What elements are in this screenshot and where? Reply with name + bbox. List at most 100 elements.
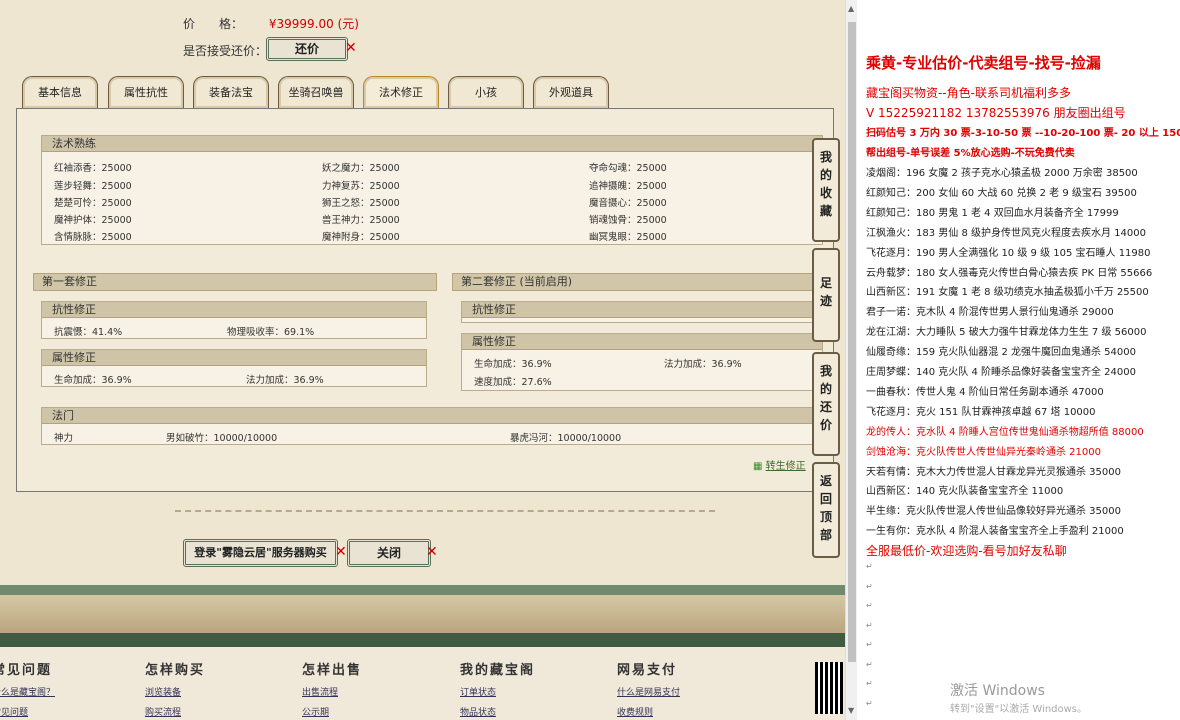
paragraph-mark-icon: ↵: [866, 679, 873, 688]
famen-item: 男如破竹：10000/10000: [166, 433, 278, 444]
footer-link[interactable]: 常见问题: [0, 705, 55, 718]
spell-proficiency-box: 法术熟练 红袖添香：25000 妖之魔力：25000 夺命勾魂：25000 莲步…: [41, 135, 823, 245]
spell-cell: 魔音摄心：25000: [589, 198, 667, 209]
overlay-line: 龙在江湖：大力睡队 5 破大力强牛甘霖龙体力生生 7 级 56000: [866, 327, 1147, 339]
footer-col: 怎样购买 浏览装备 购买流程: [145, 659, 205, 718]
footer-link[interactable]: 购买流程: [145, 705, 205, 718]
footer-link[interactable]: 订单状态: [460, 685, 535, 698]
footer-col: 怎样出售 出售流程 公示期: [302, 659, 362, 718]
overlay-line: 天若有情：克木大力传世混人甘霖龙异光灵猴通杀 35000: [866, 466, 1121, 478]
spell-cell: 魔神护体：25000: [54, 215, 132, 226]
footer-link[interactable]: 什么是网易支付: [617, 685, 680, 698]
spell-cell: 兽王神力：25000: [322, 215, 400, 226]
attr-cell: 生命加成：36.9%: [54, 375, 132, 386]
overlay-line: 藏宝阁买物资--角色-联系司机福利多多: [866, 86, 1071, 100]
footer-link[interactable]: 浏览装备: [145, 685, 205, 698]
footer-col: 网易支付 什么是网易支付 收费规则: [617, 659, 680, 718]
set2-resist-box: 抗性修正: [461, 301, 823, 323]
spell-cell: 红袖添香：25000: [54, 163, 132, 174]
overlay-title: 乘黄-专业估价-代卖组号-找号-捡漏: [866, 54, 1101, 72]
paragraph-mark-icon: ↵: [866, 640, 873, 649]
transfer-icon: ▦: [753, 461, 763, 472]
overlay-line: 云舟载梦：180 女人强毒克火传世白骨心猿去疾 PK 日常 55666: [866, 267, 1153, 279]
tab-appearance[interactable]: 外观道具: [533, 76, 609, 108]
spell-cell: 魔神附身：25000: [322, 232, 400, 243]
set1-attr-title: 属性修正: [42, 350, 426, 366]
overlay-line: 庄周梦蝶：140 克火队 4 阶睡杀品像好装备宝宝齐全 24000: [866, 367, 1136, 378]
tab-spell-modify[interactable]: 法术修正: [363, 76, 439, 108]
tab-mount-summon[interactable]: 坐骑召唤兽: [278, 76, 354, 108]
attr-cell: 速度加成：27.6%: [474, 377, 552, 388]
set2-resist-title: 抗性修正: [462, 302, 822, 318]
favorites-tab[interactable]: 我的收藏: [812, 138, 840, 242]
login-buy-button[interactable]: 登录"雾隐云居"服务器购买: [183, 539, 338, 567]
resist-cell: 物理吸收率：69.1%: [227, 327, 315, 338]
overlay-line: 山西新区：140 克火队装备宝宝齐全 11000: [866, 486, 1064, 498]
tab-attribute-resist[interactable]: 属性抗性: [108, 76, 184, 108]
paragraph-mark-icon: ↵: [866, 601, 873, 610]
overlay-line: 一生有你：克水队 4 阶混人装备宝宝齐全上手盈利 21000: [866, 526, 1124, 538]
tab-basic-info[interactable]: 基本信息: [22, 76, 98, 108]
footer-col-title: 怎样购买: [145, 663, 206, 678]
famen-item: 暴虎冯河：10000/10000: [510, 433, 622, 444]
favorites-tab-label: 我的收藏: [819, 150, 832, 218]
close-icon: ✕: [426, 544, 438, 560]
spell-cell: 夺命勾魂：25000: [589, 163, 667, 174]
overlay-line: 山西新区：191 女魔 1 老 8 级功绩克水抽孟极狐小千万 25500: [866, 287, 1149, 299]
back-to-top-tab-label: 返回顶部: [819, 474, 832, 542]
overlay-line: 剑蚀沧海：克火队传世人传世仙异光秦岭通杀 21000: [866, 446, 1101, 458]
footer-link[interactable]: 什么是藏宝阁？: [0, 685, 55, 698]
set1-title: 第一套修正: [33, 273, 437, 291]
overlay-line: 江枫渔火：183 男仙 8 级护身传世风克火程度去疾水月 14000: [866, 227, 1146, 239]
set1-resist-title: 抗性修正: [42, 302, 426, 318]
close-icon: ✕: [345, 40, 357, 56]
paragraph-mark-icon: ↵: [866, 659, 873, 669]
overlay-line: 帮出组号-单号误差 5%放心选购-不玩免费代卖: [866, 148, 1075, 159]
trade-page: 价 格： ¥39999.00 (元) 是否接受还价： 还价 ✕ 基本信息 属性抗…: [0, 0, 845, 720]
attr-cell: 法力加成：36.9%: [664, 359, 742, 370]
decor-band: [0, 633, 845, 647]
footprint-tab[interactable]: 足迹: [812, 248, 840, 342]
overlay-line: 龙的传人：克水队 4 阶睡人宫位传世鬼仙通杀物超所值 88000: [866, 426, 1144, 438]
spell-proficiency-title: 法术熟练: [42, 136, 822, 152]
tab-equipment[interactable]: 装备法宝: [193, 76, 269, 108]
footer-link[interactable]: 出售流程: [302, 685, 362, 698]
paragraph-mark-icon: ↵: [866, 581, 873, 591]
scroll-down-icon[interactable]: ▼: [848, 706, 854, 715]
vertical-scrollbar[interactable]: ▲ ▼: [845, 0, 857, 720]
footer-col-title: 网易支付: [617, 663, 678, 678]
site-footer: 常见问题 什么是藏宝阁？ 常见问题 怎样购买 浏览装备 购买流程 怎样出售 出售…: [0, 647, 845, 720]
overlay-line: 凌烟阁：196 女魔 2 孩子克水心猿孟极 2000 万余密 38500: [866, 168, 1138, 179]
footer-col: 我的藏宝阁 订单状态 物品状态: [460, 659, 535, 718]
transfer-modify-link[interactable]: ▦ 转生修正: [753, 457, 806, 472]
bargain-row: 是否接受还价：: [183, 42, 267, 59]
footer-link[interactable]: 物品状态: [460, 705, 535, 718]
back-to-top-tab[interactable]: 返回顶部: [812, 462, 840, 558]
windows-activate-sub: 转到"设置"以激活 Windows。: [950, 704, 1088, 715]
transfer-modify-label: 转生修正: [765, 461, 806, 472]
scrollbar-thumb[interactable]: [848, 22, 856, 662]
paragraph-mark-icon: ↵: [866, 698, 873, 708]
famen-box: 法门 神力 男如破竹：10000/10000 暴虎冯河：10000/10000: [41, 407, 823, 445]
set2-title: 第二套修正 (当前启用): [452, 273, 828, 291]
close-button[interactable]: 关闭: [347, 539, 431, 567]
famen-label: 神力: [54, 433, 74, 444]
spell-modify-panel: 法术熟练 红袖添香：25000 妖之魔力：25000 夺命勾魂：25000 莲步…: [16, 108, 834, 492]
overlay-text-panel: 乘黄-专业估价-代卖组号-找号-捡漏藏宝阁买物资--角色-联系司机福利多多 V 1…: [857, 0, 1180, 720]
bargain-button[interactable]: 还价: [266, 37, 348, 61]
spell-cell: 销魂蚀骨：25000: [589, 215, 667, 226]
spell-cell: 楚楚可怜：25000: [54, 198, 132, 209]
footer-col-title: 怎样出售: [302, 663, 363, 678]
scroll-up-icon[interactable]: ▲: [848, 4, 854, 13]
famen-title: 法门: [42, 408, 822, 424]
footer-link[interactable]: 收费规则: [617, 705, 680, 718]
footer-link[interactable]: 公示期: [302, 705, 362, 718]
decor-band: [0, 595, 845, 633]
my-bargain-tab[interactable]: 我的还价: [812, 352, 840, 456]
divider: [175, 510, 715, 512]
price-row: 价 格： ¥39999.00 (元): [183, 15, 359, 32]
overlay-line: 一曲春秋：传世人鬼 4 阶仙日常任务副本通杀 47000: [866, 386, 1104, 398]
set2-attr-title: 属性修正: [462, 334, 822, 350]
tab-children[interactable]: 小孩: [448, 76, 524, 108]
overlay-line: V 15225921182 13782553976 朋友圈出组号: [866, 106, 1126, 120]
